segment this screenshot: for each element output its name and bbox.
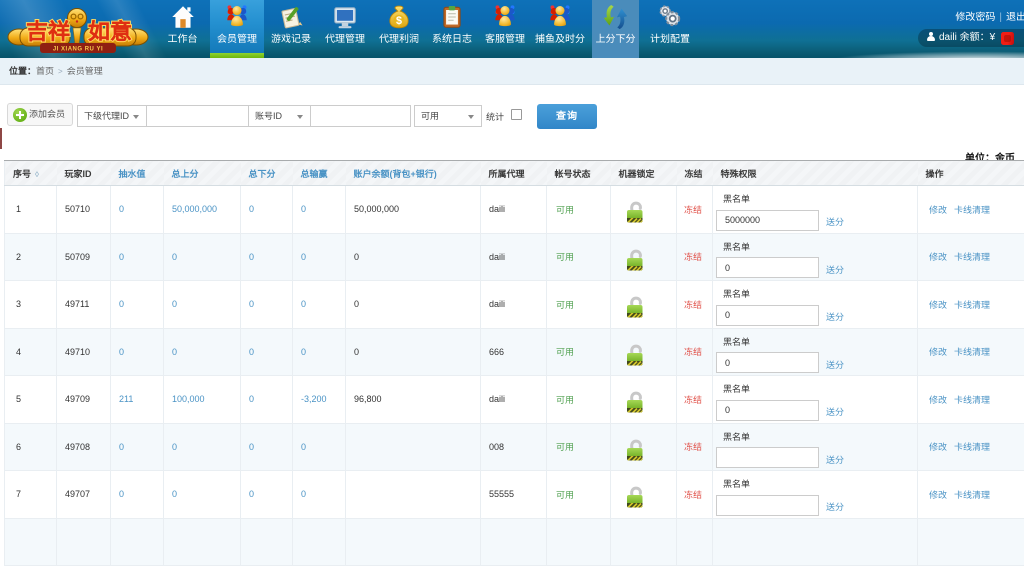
svg-text:如意: 如意 (88, 14, 132, 46)
svg-text:JI XIANG RU YI: JI XIANG RU YI (53, 47, 103, 53)
svg-text:吉祥: 吉祥 (26, 14, 70, 46)
svg-text:$: $ (396, 15, 402, 27)
